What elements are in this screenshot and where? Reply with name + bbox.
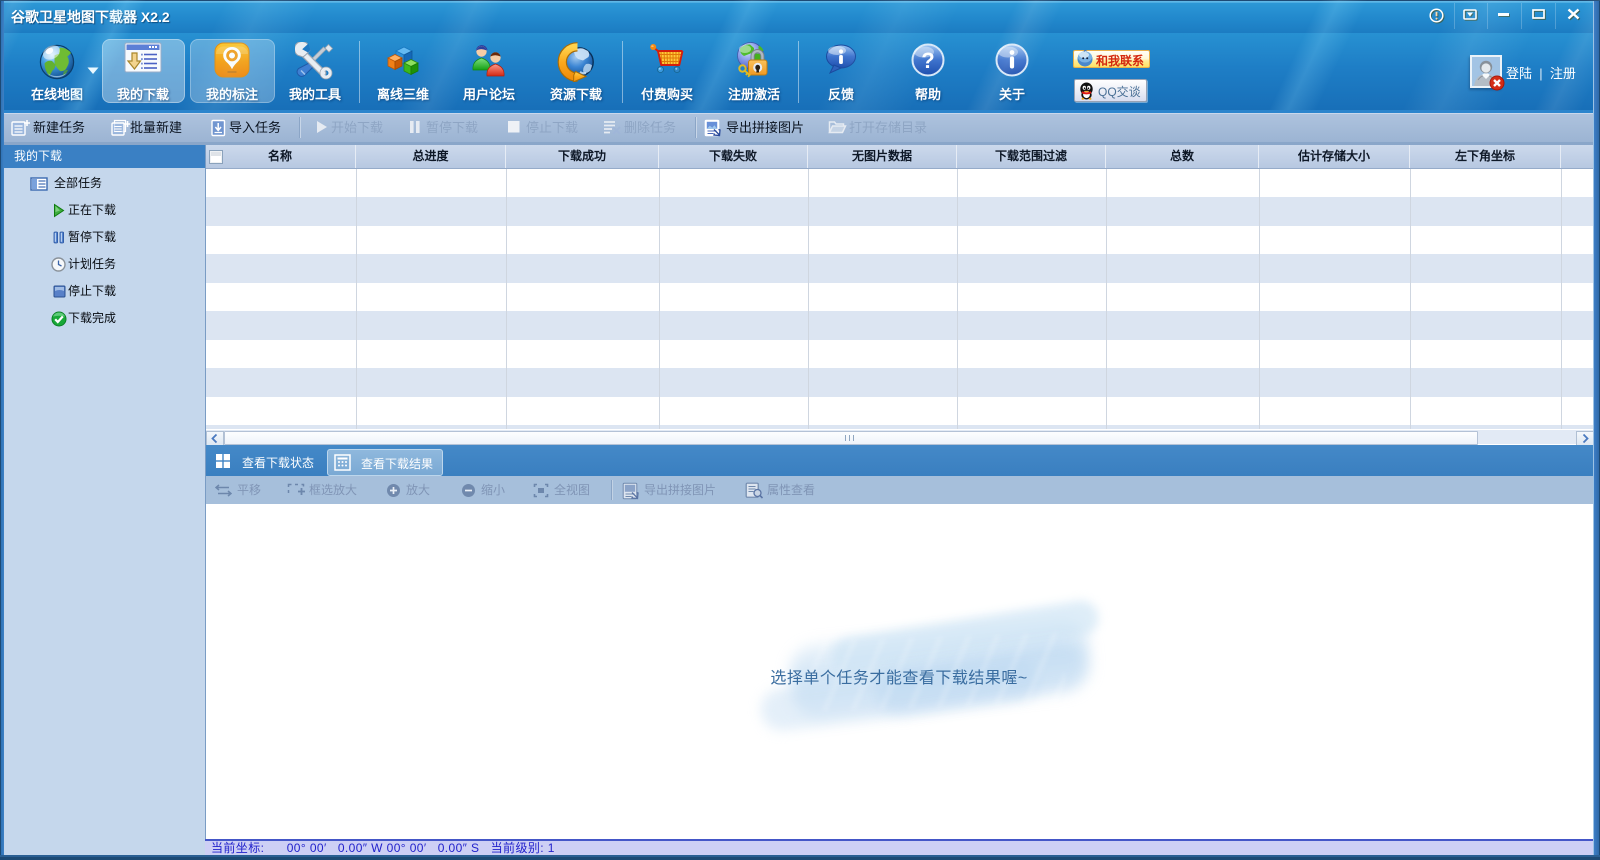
svg-text:?: ? (921, 48, 934, 73)
